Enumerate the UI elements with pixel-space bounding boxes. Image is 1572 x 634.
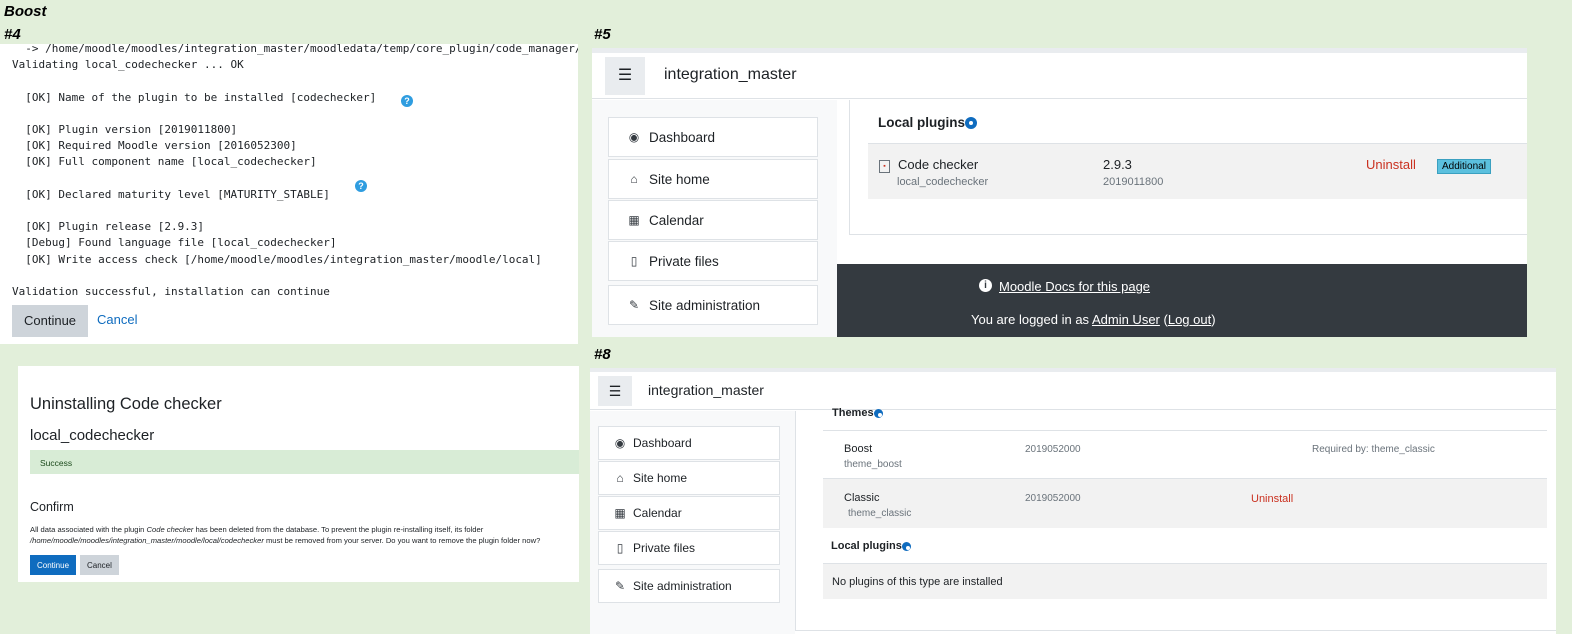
- theme-row-boost: Boost theme_boost 2019052000 Required by…: [823, 430, 1547, 478]
- site-name[interactable]: integration_master: [664, 66, 797, 84]
- theme-label: Boost: [4, 3, 47, 20]
- nav-dashboard[interactable]: ◉ Dashboard: [598, 426, 780, 460]
- confirm-cancel-button[interactable]: Cancel: [80, 555, 119, 575]
- calendar-icon: ▦: [614, 506, 626, 520]
- theme-component: theme_classic: [848, 508, 912, 519]
- confirm-heading: Confirm: [30, 500, 74, 514]
- uninstall-panel: Uninstalling Code checker local_codechec…: [18, 366, 579, 582]
- plugin-release: 2.9.3: [1103, 157, 1132, 172]
- dashboard-icon: ◉: [614, 436, 626, 450]
- page-footer: i Moodle Docs for this page You are logg…: [837, 264, 1527, 337]
- theme-version: 2019052000: [1025, 493, 1081, 504]
- panel-4-label: #4: [4, 26, 21, 43]
- file-icon: ▯: [630, 254, 638, 268]
- nav-private-files[interactable]: ▯ Private files: [598, 531, 780, 565]
- login-info: You are logged in as Admin User (Log out…: [971, 312, 1216, 327]
- nav-site-home[interactable]: ⌂ Site home: [608, 159, 818, 199]
- wrench-icon: ✎: [628, 298, 640, 312]
- user-link[interactable]: Admin User: [1092, 312, 1160, 327]
- gear-icon[interactable]: [873, 408, 883, 418]
- component-name: local_codechecker: [30, 427, 155, 444]
- gear-icon[interactable]: [965, 117, 978, 130]
- calendar-icon: ▦: [628, 213, 640, 227]
- theme-name: Boost: [844, 443, 873, 455]
- navbar: ☰ integration_master: [590, 372, 1556, 410]
- theme-version: 2019052000: [1025, 444, 1081, 455]
- uninstall-link[interactable]: Uninstall: [1251, 493, 1293, 505]
- theme-row-classic: Classic theme_classic 2019052000 Uninsta…: [823, 478, 1547, 528]
- plugin-version: 2019011800: [1103, 176, 1164, 188]
- plugin-name: Code checker: [898, 157, 979, 172]
- themes-overview-panel: ☰ integration_master ◉ Dashboard ⌂ Site ho…: [590, 368, 1556, 634]
- plugin-component: local_codechecker: [897, 176, 989, 188]
- dashboard-icon: ◉: [628, 130, 640, 144]
- help-icon[interactable]: ?: [401, 95, 413, 107]
- drawer-toggle-icon[interactable]: ☰: [605, 57, 645, 95]
- theme-name: Classic: [844, 492, 880, 504]
- nav-site-administration[interactable]: ✎ Site administration: [608, 285, 818, 325]
- nav-calendar[interactable]: ▦ Calendar: [608, 200, 818, 240]
- panel-8-label: #8: [594, 346, 611, 363]
- wrench-icon: ✎: [614, 579, 626, 593]
- info-icon: i: [979, 279, 992, 292]
- cancel-link[interactable]: Cancel: [97, 312, 137, 327]
- navbar: ☰ integration_master: [592, 53, 1527, 99]
- plugin-icon: ▪: [879, 160, 890, 173]
- nav-calendar[interactable]: ▦ Calendar: [598, 496, 780, 530]
- themes-heading: Themes: [832, 407, 883, 419]
- logout-link[interactable]: Log out: [1168, 312, 1211, 327]
- help-icon[interactable]: ?: [355, 180, 367, 192]
- home-icon: ⌂: [616, 471, 624, 485]
- confirm-continue-button[interactable]: Continue: [30, 555, 77, 575]
- nav-dashboard[interactable]: ◉ Dashboard: [608, 117, 818, 157]
- site-name[interactable]: integration_master: [648, 382, 764, 398]
- gear-icon[interactable]: [901, 541, 911, 551]
- additional-badge: Additional: [1437, 159, 1491, 174]
- no-plugins-message: No plugins of this type are installed: [823, 563, 1547, 599]
- continue-button[interactable]: Continue: [12, 305, 89, 337]
- home-icon: ⌂: [630, 172, 638, 186]
- plugin-row: ▪ Code checker local_codechecker 2.9.3 2…: [868, 143, 1527, 199]
- theme-dependency-note: Required by: theme_classic: [1312, 444, 1435, 455]
- page-title: Uninstalling Code checker: [30, 395, 222, 413]
- local-plugins-heading: Local plugins: [831, 540, 911, 552]
- nav-private-files[interactable]: ▯ Private files: [608, 241, 818, 281]
- panel-5-label: #5: [594, 26, 611, 43]
- nav-site-home[interactable]: ⌂ Site home: [598, 461, 780, 495]
- drawer-toggle-icon[interactable]: ☰: [598, 376, 632, 406]
- section-heading: Local plugins: [878, 115, 978, 130]
- theme-component: theme_boost: [844, 459, 902, 470]
- nav-site-administration[interactable]: ✎ Site administration: [598, 569, 780, 603]
- file-icon: ▯: [616, 541, 624, 555]
- validation-panel: -> /home/moodle/moodles/integration_mast…: [0, 44, 578, 344]
- uninstall-link[interactable]: Uninstall: [1366, 157, 1416, 172]
- validation-log: -> /home/moodle/moodles/integration_mast…: [12, 44, 578, 299]
- success-alert: Success: [30, 450, 579, 474]
- docs-link[interactable]: Moodle Docs for this page: [999, 279, 1150, 294]
- confirm-message: All data associated with the plugin Code…: [30, 525, 541, 545]
- plugins-overview-panel: ☰ integration_master ◉ Dashboard ⌂ Site ho…: [592, 48, 1527, 337]
